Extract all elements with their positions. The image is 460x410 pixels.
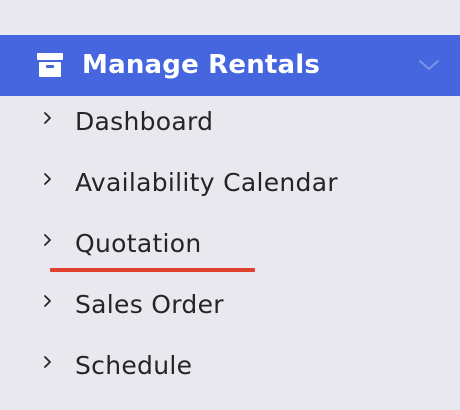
menu-item-label: Sales Order xyxy=(75,290,224,319)
menu-item-availability-calendar[interactable]: Availability Calendar xyxy=(0,158,460,208)
menu-item-label: Dashboard xyxy=(75,107,214,136)
menu-item-label: Schedule xyxy=(75,351,193,380)
chevron-right-icon xyxy=(44,234,51,246)
chevron-right-icon xyxy=(44,173,51,185)
menu-item-dashboard[interactable]: Dashboard xyxy=(0,97,460,147)
highlight-underline xyxy=(50,268,255,272)
menu-item-sales-order[interactable]: Sales Order xyxy=(0,280,460,330)
menu-item-label: Availability Calendar xyxy=(75,168,338,197)
chevron-right-icon xyxy=(44,112,51,124)
chevron-down-icon[interactable] xyxy=(418,57,440,73)
chevron-right-icon xyxy=(44,295,51,307)
menu-item-label: Quotation xyxy=(75,229,202,258)
menu-header-manage-rentals[interactable]: Manage Rentals xyxy=(0,35,460,96)
menu-item-quotation[interactable]: Quotation xyxy=(0,219,460,269)
chevron-right-icon xyxy=(44,356,51,368)
menu-item-schedule[interactable]: Schedule xyxy=(0,341,460,391)
archive-box-icon xyxy=(37,53,63,77)
menu-header-title: Manage Rentals xyxy=(82,50,321,80)
